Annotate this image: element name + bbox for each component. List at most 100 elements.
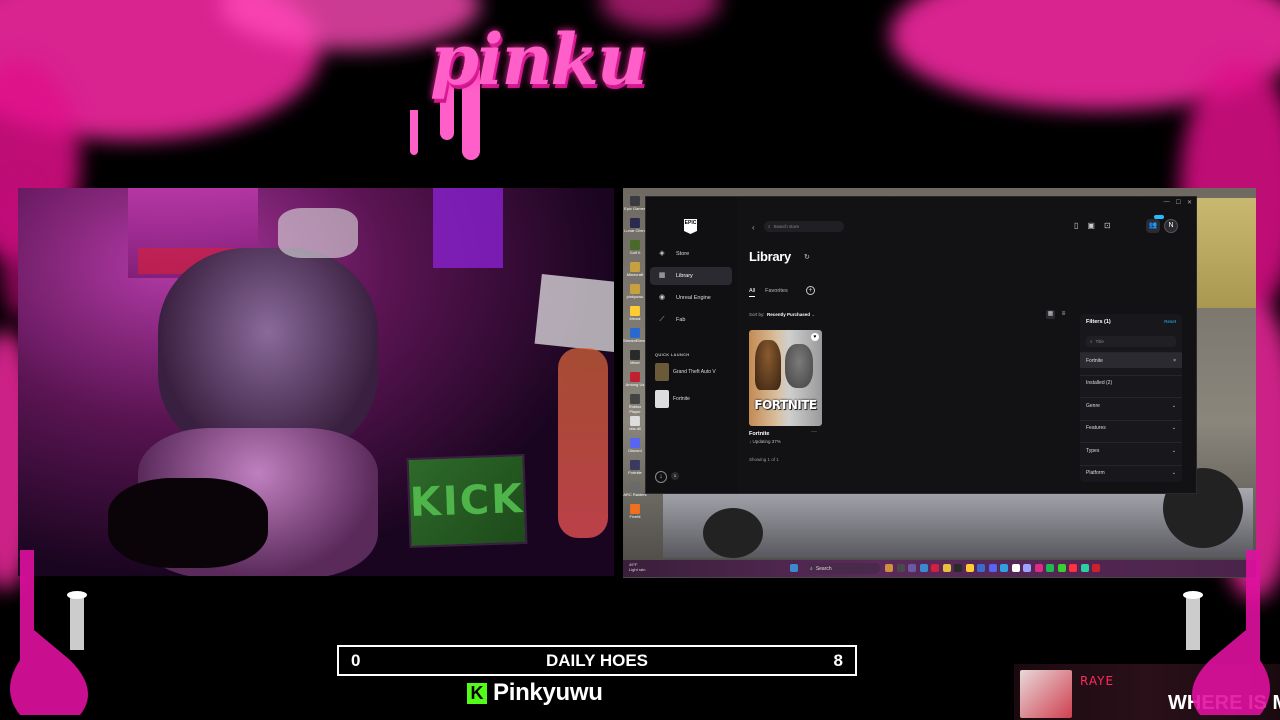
sort-dropdown[interactable]: Sort by: Recently Purchased ⌄ <box>749 312 815 318</box>
chevron-down-icon: ⌄ <box>1171 425 1176 431</box>
desktop-icon-label: Fortnite <box>628 470 642 475</box>
app-icon[interactable] <box>630 504 640 514</box>
filter-row[interactable]: Genre ⌄ <box>1080 397 1182 413</box>
grid-view-icon[interactable]: ▦ <box>1046 310 1055 319</box>
avatar[interactable]: N <box>1164 219 1178 233</box>
library-tabs: All Favorites <box>749 288 788 297</box>
folder-icon[interactable] <box>630 262 640 272</box>
add-collection-icon[interactable]: + <box>806 286 815 295</box>
more-options-icon[interactable]: ··· <box>811 429 817 435</box>
game-card-fortnite[interactable]: FORTNITE ♥ <box>749 330 822 426</box>
tab-favorites[interactable]: Favorites <box>765 288 788 297</box>
taskbar-app-icon[interactable] <box>1000 564 1008 572</box>
close-button[interactable]: ✕ <box>1187 199 1192 206</box>
taskbar-app-icon[interactable] <box>988 564 997 572</box>
sidebar-item-unreal-engine[interactable]: ◉ Unreal Engine <box>650 289 732 307</box>
launcher-sidebar: EPIC ◈ Store ▦ Library ◉ Unreal Engine ⟋ Fab QU… <box>646 197 738 493</box>
app-icon[interactable] <box>630 240 640 250</box>
cart-icon[interactable]: ⊡ <box>1104 221 1111 230</box>
tab-all[interactable]: All <box>749 288 756 297</box>
sidebar-item-library[interactable]: ▦ Library <box>650 267 732 285</box>
taskbar-app-icon[interactable] <box>885 564 893 572</box>
list-view-icon[interactable]: ≡ <box>1059 310 1068 319</box>
app-icon[interactable] <box>630 372 640 382</box>
window-controls: — ☐ ✕ <box>1164 199 1192 206</box>
desktop-icon-label: Mixer <box>630 360 640 365</box>
sidebar-item-fab[interactable]: ⟋ Fab <box>650 311 732 329</box>
kick-logo-icon: K <box>467 682 487 704</box>
taskbar-app-icon[interactable] <box>1023 564 1031 572</box>
minimize-button[interactable]: — <box>1164 199 1170 206</box>
app-icon[interactable] <box>630 482 640 492</box>
album-art <box>1020 670 1072 718</box>
folder-icon[interactable] <box>630 284 640 294</box>
kick-sign: KICK <box>406 453 528 549</box>
taskbar-app-icon[interactable] <box>1080 564 1089 572</box>
friends-icon[interactable]: 👥 <box>1146 219 1160 233</box>
maximize-button[interactable]: ☐ <box>1176 199 1181 206</box>
game-thumbnail <box>655 363 669 381</box>
store-search-input[interactable]: ⌕ Search store <box>764 221 844 232</box>
tag-icon: ◈ <box>659 250 665 257</box>
taskbar-app-icon[interactable] <box>1069 564 1077 572</box>
taskbar-app-icon[interactable] <box>896 564 905 572</box>
desktop-icon-label: Lunar Client <box>624 228 646 233</box>
back-arrow-icon[interactable]: ‹ <box>752 223 755 232</box>
app-icon[interactable] <box>630 438 640 448</box>
weather-widget[interactable]: 49°F Light rain <box>629 562 645 572</box>
taskbar-app-icon[interactable] <box>942 564 951 572</box>
taskbar-app-icon[interactable] <box>1034 564 1043 572</box>
taskbar-search[interactable]: ⌕ Search <box>806 563 880 574</box>
taskbar-app-icon[interactable] <box>1057 564 1066 572</box>
downloads-count: 1 <box>671 472 679 480</box>
game-thumbnail <box>655 390 669 408</box>
filter-row[interactable]: Fortnite × <box>1080 352 1182 368</box>
start-icon[interactable] <box>790 564 798 572</box>
quick-launch-item[interactable]: Fortnite <box>655 390 690 408</box>
epic-logo-icon[interactable]: EPIC <box>684 219 697 234</box>
desktop-icon-label: Medal <box>629 316 641 321</box>
favorite-heart-icon[interactable]: ♥ <box>811 333 819 341</box>
desktop-icon-label: FiveM <box>629 514 641 519</box>
wishlist-icon[interactable]: ▯ <box>1074 221 1078 230</box>
taskbar-app-icon[interactable] <box>908 564 916 572</box>
sidebar-item-store[interactable]: ◈ Store <box>650 245 732 263</box>
desktop-icon-label: Minecraft <box>626 272 644 277</box>
desktop-icon-label: pinkyuwu <box>626 294 644 299</box>
top-icon-bar: ▯ ▣ ⊡ <box>1074 221 1111 230</box>
desktop-icon-label: ARC Raiders <box>623 492 647 497</box>
quick-launch-item[interactable]: Grand Theft Auto V <box>655 363 716 381</box>
file-icon[interactable] <box>630 416 640 426</box>
taskbar-app-icon[interactable] <box>954 564 962 572</box>
windows-taskbar: 49°F Light rain ⌕ Search <box>623 560 1256 577</box>
taskbar-app-icon[interactable] <box>1092 564 1100 572</box>
app-icon[interactable] <box>630 394 640 404</box>
refresh-icon[interactable]: ↻ <box>804 253 810 261</box>
webcam-feed: KICK <box>18 188 614 576</box>
track-artist: RAYE <box>1080 674 1115 688</box>
filter-title-input[interactable]: ⌕ Title <box>1086 336 1176 347</box>
app-icon[interactable] <box>630 460 640 470</box>
app-icon[interactable] <box>630 350 640 360</box>
filter-row[interactable]: Platform ⌄ <box>1080 464 1182 481</box>
downloads-icon[interactable]: ↓ <box>655 471 667 483</box>
grid-icon: ▦ <box>658 272 666 279</box>
app-icon[interactable] <box>630 328 640 338</box>
taskbar-app-icon[interactable] <box>1046 564 1054 572</box>
filters-reset-link[interactable]: Reset <box>1164 319 1176 324</box>
taskbar-app-icon[interactable] <box>965 564 974 572</box>
filter-row[interactable]: Installed (2) <box>1080 374 1182 391</box>
app-icon[interactable] <box>630 306 640 316</box>
taskbar-app-icon[interactable] <box>977 564 985 572</box>
gift-icon[interactable]: ▣ <box>1087 221 1095 230</box>
fab-icon: ⟋ <box>659 316 665 323</box>
app-icon[interactable] <box>630 196 640 206</box>
filter-row[interactable]: Types ⌄ <box>1080 442 1182 458</box>
app-icon[interactable] <box>630 218 640 228</box>
search-icon: ⌕ <box>1090 339 1093 344</box>
filter-row[interactable]: Features ⌄ <box>1080 419 1182 436</box>
taskbar-app-icon[interactable] <box>931 564 939 572</box>
taskbar-app-icon[interactable] <box>919 564 928 572</box>
desktop-icon-label: Golf It <box>629 250 641 255</box>
taskbar-app-icon[interactable] <box>1011 564 1020 572</box>
